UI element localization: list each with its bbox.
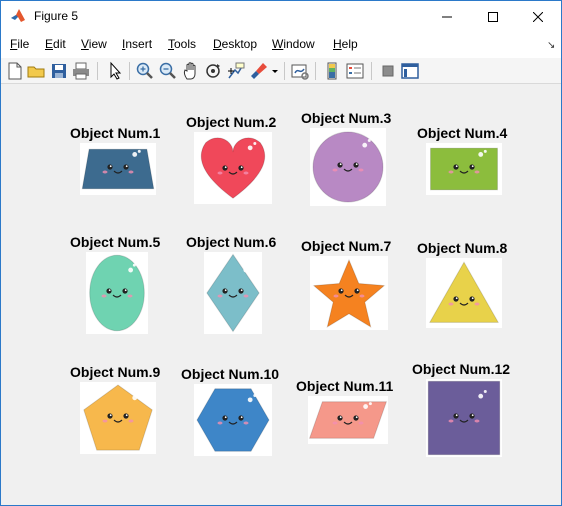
menu-bar: File Edit View Insert Tools Desktop Wind… [1, 32, 561, 58]
object-image-square [426, 379, 502, 457]
minimize-button[interactable] [424, 1, 470, 32]
rectangle-shape-icon [430, 147, 498, 191]
maximize-icon [488, 11, 498, 22]
diamond-shape-icon [206, 253, 260, 333]
pan-icon[interactable] [181, 61, 201, 81]
ellipse-shape-icon [89, 254, 145, 332]
title-bar: Figure 5 [1, 1, 561, 32]
rotate-3d-icon[interactable] [203, 61, 223, 81]
close-icon [533, 11, 543, 22]
legend-icon[interactable] [345, 61, 365, 81]
trapezoid-shape-icon [81, 148, 155, 190]
figure-window: Figure 5 File Edit View Insert Tools Des… [0, 0, 562, 506]
object-label: Object Num.4 [417, 125, 508, 141]
window-title: Figure 5 [34, 9, 79, 23]
object-label: Object Num.8 [417, 240, 508, 256]
colorbar-icon[interactable] [322, 61, 342, 81]
object-image-ellipse [86, 252, 148, 334]
brush-icon[interactable] [249, 61, 269, 81]
object-label: Object Num.10 [181, 366, 280, 382]
square-shape-icon [427, 380, 501, 456]
minimize-icon [442, 16, 452, 17]
toolbar-separator [129, 62, 130, 80]
brush-dropdown-icon[interactable] [269, 61, 281, 81]
object-image-trapezoid [80, 143, 156, 195]
data-cursor-icon[interactable] [226, 61, 246, 81]
parallelogram-shape-icon [308, 401, 388, 439]
matlab-logo-icon [11, 9, 25, 22]
figure-toolbar [1, 58, 561, 84]
maximize-button[interactable] [470, 1, 516, 32]
menu-file[interactable]: File [10, 37, 29, 51]
menu-desktop[interactable]: Desktop [213, 37, 257, 51]
heart-shape-icon [200, 137, 266, 199]
object-image-rectangle [426, 143, 502, 195]
toolbar-separator [284, 62, 285, 80]
print-icon[interactable] [71, 61, 91, 81]
object-image-diamond [204, 252, 262, 334]
zoom-in-icon[interactable] [135, 61, 155, 81]
toolbar-separator [371, 62, 372, 80]
menu-insert[interactable]: Insert [122, 37, 152, 51]
menu-overflow-arrow-icon[interactable]: ↘ [547, 40, 555, 51]
object-image-star [310, 256, 388, 330]
object-image-triangle [426, 258, 502, 328]
object-image-pentagon [80, 382, 156, 454]
object-image-circle [310, 128, 386, 206]
object-label: Object Num.3 [301, 110, 392, 126]
object-label: Object Num.9 [70, 364, 161, 380]
object-label: Object Num.2 [186, 114, 277, 130]
toolbar-separator [97, 62, 98, 80]
show-plot-tools-icon[interactable] [400, 61, 420, 81]
hide-plot-tools-icon[interactable] [378, 61, 398, 81]
menu-help[interactable]: Help [333, 37, 358, 51]
object-label: Object Num.11 [296, 378, 394, 394]
object-label: Object Num.1 [70, 125, 161, 141]
new-figure-icon[interactable] [5, 61, 25, 81]
figure-canvas: Object Num.1 Object Num.2 Object Num.3 O… [1, 85, 561, 505]
star-shape-icon [312, 258, 386, 328]
menu-window[interactable]: Window [272, 37, 315, 51]
object-label: Object Num.6 [186, 234, 277, 250]
toolbar-separator [315, 62, 316, 80]
open-file-icon[interactable] [26, 61, 46, 81]
zoom-out-icon[interactable] [158, 61, 178, 81]
hexagon-shape-icon [196, 388, 270, 452]
link-plot-icon[interactable] [290, 61, 310, 81]
menu-tools[interactable]: Tools [168, 37, 196, 51]
close-button[interactable] [515, 1, 561, 32]
object-label: Object Num.7 [301, 238, 392, 254]
object-label: Object Num.5 [70, 234, 161, 250]
menu-edit[interactable]: Edit [45, 37, 66, 51]
object-image-hexagon [194, 384, 272, 456]
circle-shape-icon [312, 131, 384, 203]
object-image-parallelogram [308, 396, 388, 444]
save-icon[interactable] [49, 61, 69, 81]
menu-view[interactable]: View [81, 37, 107, 51]
object-image-heart [194, 132, 272, 204]
pentagon-shape-icon [83, 384, 153, 451]
triangle-shape-icon [428, 261, 500, 323]
edit-plot-arrow-icon[interactable] [105, 61, 125, 81]
object-label: Object Num.12 [412, 361, 511, 377]
